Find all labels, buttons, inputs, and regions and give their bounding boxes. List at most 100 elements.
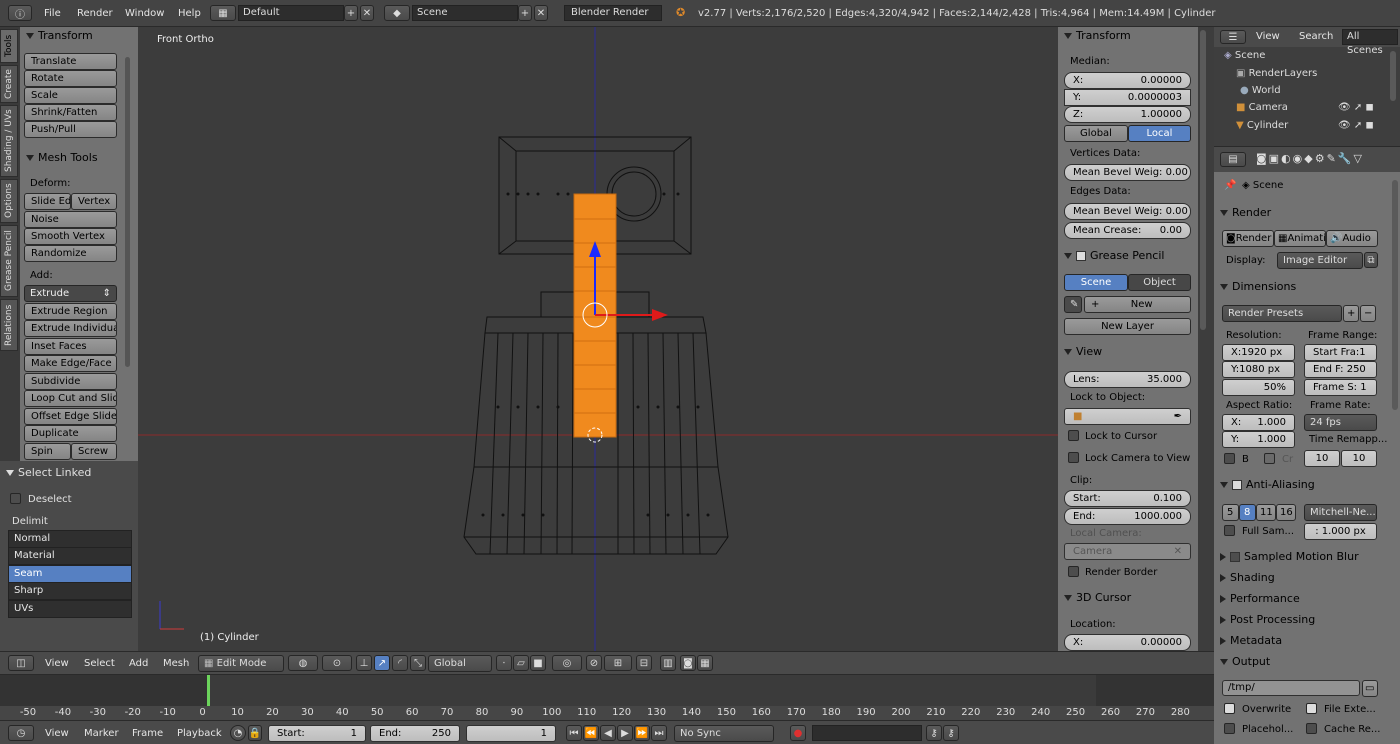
offset-edge-slide-button[interactable]: Offset Edge Slide: [24, 408, 117, 425]
aa-samples-5[interactable]: 5: [1222, 504, 1239, 521]
outliner-editor-icon[interactable]: ☰: [1220, 30, 1246, 44]
layout-icon[interactable]: ▦: [210, 5, 236, 21]
lock-cursor-checkbox[interactable]: [1068, 430, 1079, 441]
mesh-tools-panel-header[interactable]: Mesh Tools: [26, 151, 98, 164]
gp-new-layer-button[interactable]: New Layer: [1064, 318, 1191, 335]
median-z-field[interactable]: Z: 1.00000: [1064, 106, 1191, 123]
tool-shelf-scrollbar[interactable]: [125, 57, 130, 367]
tab-grease-pencil[interactable]: Grease Pencil: [0, 225, 18, 297]
delete-keyframe-icon[interactable]: ⚷: [943, 725, 959, 741]
randomize-button[interactable]: Randomize: [24, 245, 117, 262]
render-border-checkbox[interactable]: [1068, 566, 1079, 577]
smooth-vertex-button[interactable]: Smooth Vertex: [24, 228, 117, 245]
play-icon[interactable]: ▶: [617, 725, 633, 741]
viewport-editor-icon[interactable]: ◫: [8, 655, 34, 671]
next-keyframe-icon[interactable]: ⏩: [634, 725, 650, 741]
post-processing-panel-header[interactable]: Post Processing: [1220, 613, 1315, 626]
vp-menu-select[interactable]: Select: [84, 658, 115, 669]
sync-select[interactable]: No Sync: [674, 725, 774, 742]
res-x-field[interactable]: X:1920 px: [1222, 344, 1295, 361]
extrude-individual-button[interactable]: Extrude Individual: [24, 320, 117, 337]
snap-target-icon[interactable]: ⊟: [636, 655, 652, 671]
render-button[interactable]: ◙Render: [1222, 230, 1274, 247]
play-reverse-icon[interactable]: ◀: [600, 725, 616, 741]
outliner-display-select[interactable]: All Scenes: [1342, 29, 1398, 56]
menu-file[interactable]: File: [44, 8, 61, 19]
n-panel-scrollbar[interactable]: [1200, 30, 1206, 330]
start-frame-field[interactable]: Start: 1: [268, 725, 366, 742]
properties-editor-icon[interactable]: ▤: [1220, 152, 1246, 167]
duplicate-button[interactable]: Duplicate: [24, 425, 117, 442]
aspect-y-field[interactable]: Y: 1.000: [1222, 431, 1295, 448]
motion-blur-header[interactable]: Sampled Motion Blur: [1220, 550, 1359, 563]
render-panel-header[interactable]: Render: [1220, 206, 1271, 219]
remap-old-field[interactable]: 10: [1304, 450, 1340, 467]
jump-end-icon[interactable]: ⏭: [651, 725, 667, 741]
display-select[interactable]: Image Editor: [1277, 252, 1363, 269]
aa-filter-select[interactable]: Mitchell-Ne...: [1304, 504, 1377, 521]
overwrite-checkbox[interactable]: [1224, 703, 1235, 714]
vp-menu-add[interactable]: Add: [129, 658, 148, 669]
frame-start-field[interactable]: Start Fra:1: [1304, 344, 1377, 361]
face-select-icon[interactable]: ■: [530, 655, 546, 671]
tab-tools[interactable]: Tools: [0, 29, 18, 63]
lock-object-field[interactable]: ■ ✒: [1064, 408, 1191, 425]
vp-menu-view[interactable]: View: [45, 658, 69, 669]
snap-icon[interactable]: ⊘: [586, 655, 602, 671]
menu-render[interactable]: Render: [77, 8, 113, 19]
crop-checkbox[interactable]: [1264, 453, 1275, 464]
insert-keyframe-icon[interactable]: ⚷: [926, 725, 942, 741]
add-scene-icon[interactable]: +: [518, 5, 532, 21]
delimit-normal[interactable]: Normal: [8, 530, 132, 548]
layers-icon[interactable]: ▥: [660, 655, 676, 671]
properties-context-icons[interactable]: ◙▣◐◉◆⚙✎🔧▽: [1256, 152, 1364, 165]
menu-window[interactable]: Window: [125, 8, 164, 19]
prev-keyframe-icon[interactable]: ⏪: [583, 725, 599, 741]
local-toggle[interactable]: Local: [1128, 125, 1191, 142]
camera-visibility-icon[interactable]: 👁 ➚ ◼: [1338, 102, 1374, 113]
pin-icon[interactable]: 📌: [1224, 180, 1236, 191]
gp-new-button[interactable]: + New: [1084, 296, 1191, 313]
snap-element-icon[interactable]: ⊞: [604, 655, 632, 671]
frame-end-field[interactable]: End F: 250: [1304, 361, 1377, 378]
output-path-field[interactable]: /tmp/: [1222, 680, 1360, 696]
translate-button[interactable]: Translate: [24, 53, 117, 70]
slide-vertex-button[interactable]: Vertex: [71, 193, 117, 210]
inset-faces-button[interactable]: Inset Faces: [24, 338, 117, 355]
translate-manipulator-icon[interactable]: ↗: [374, 655, 390, 671]
preview-lock-icon[interactable]: 🔒: [248, 725, 262, 741]
gp-scene-toggle[interactable]: Scene: [1064, 274, 1128, 291]
gp-object-toggle[interactable]: Object: [1128, 274, 1191, 291]
edge-bevel-field[interactable]: Mean Bevel Weig: 0.00: [1064, 203, 1191, 220]
scene-icon[interactable]: ◆: [384, 5, 410, 21]
scale-manipulator-icon[interactable]: ⤡: [410, 655, 426, 671]
transform-panel-header[interactable]: Transform: [26, 29, 93, 42]
cursor-x-field[interactable]: X: 0.00000: [1064, 634, 1191, 651]
timeline[interactable]: -50 -40 -30 -20 -10 0 10 20 30 40 50 60 70 80 90 100 110…: [0, 674, 1214, 721]
outliner-scrollbar[interactable]: [1390, 51, 1396, 101]
scale-button[interactable]: Scale: [24, 87, 117, 104]
shading-panel-header[interactable]: Shading: [1220, 571, 1275, 584]
noise-button[interactable]: Noise: [24, 211, 117, 228]
metadata-panel-header[interactable]: Metadata: [1220, 634, 1282, 647]
pencil-icon[interactable]: ✎: [1064, 296, 1082, 313]
shrink-fatten-button[interactable]: Shrink/Fatten: [24, 104, 117, 121]
mean-crease-field[interactable]: Mean Crease: 0.00: [1064, 222, 1191, 239]
outliner-camera[interactable]: ■ Camera: [1236, 102, 1288, 113]
clip-end-field[interactable]: End: 1000.000: [1064, 508, 1191, 525]
outliner-cylinder[interactable]: ▼ Cylinder: [1236, 120, 1288, 131]
lens-field[interactable]: Lens: 35.000: [1064, 371, 1191, 388]
delimit-seam[interactable]: Seam: [8, 565, 132, 583]
3d-cursor-header[interactable]: 3D Cursor: [1064, 591, 1131, 604]
keying-set-field[interactable]: [812, 725, 922, 741]
border-checkbox[interactable]: [1224, 453, 1235, 464]
slide-edge-button[interactable]: Slide Ed: [24, 193, 71, 210]
current-frame-indicator[interactable]: [207, 675, 210, 706]
lock-camera-checkbox[interactable]: [1068, 452, 1079, 463]
spin-button[interactable]: Spin: [24, 443, 71, 460]
delimit-sharp[interactable]: Sharp: [8, 582, 132, 600]
grease-pencil-header[interactable]: Grease Pencil: [1064, 249, 1164, 262]
audio-button[interactable]: 🔊Audio: [1326, 230, 1378, 247]
make-edge-face-button[interactable]: Make Edge/Face: [24, 355, 117, 372]
outliner-search-menu[interactable]: Search: [1299, 31, 1333, 42]
